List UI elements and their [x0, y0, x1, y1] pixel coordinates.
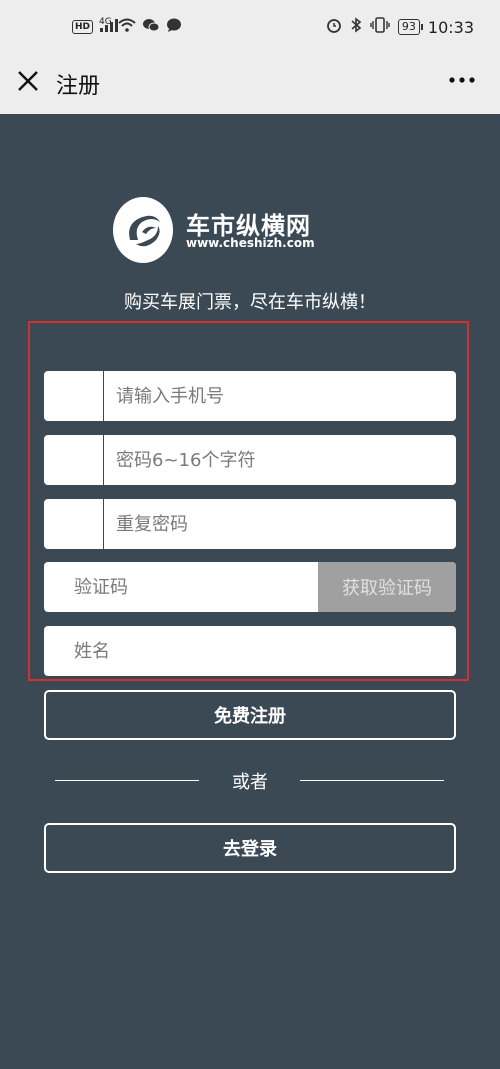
battery-indicator: 93	[397, 19, 423, 35]
status-bar: HD 4G 93 10:33	[0, 0, 500, 56]
more-menu-icon[interactable]	[448, 66, 476, 94]
divider-line-right	[300, 780, 444, 781]
repeat-password-field[interactable]	[44, 499, 456, 549]
password-icon-cell	[44, 435, 104, 485]
get-code-button[interactable]: 获取验证码	[318, 562, 456, 612]
phone-input[interactable]	[116, 371, 446, 421]
brand-url: www.cheshizh.com	[186, 236, 315, 250]
password-field[interactable]	[44, 435, 456, 485]
phone-field[interactable]	[44, 371, 456, 421]
status-time: 10:33	[427, 17, 474, 37]
verification-code-input[interactable]	[74, 562, 294, 612]
hd-badge: HD	[72, 19, 94, 34]
phone-icon-cell	[44, 371, 104, 421]
alarm-icon	[326, 17, 342, 37]
network-type: 4G	[99, 16, 112, 27]
bluetooth-icon	[350, 17, 362, 37]
page-title: 注册	[56, 74, 101, 99]
name-input[interactable]	[74, 626, 404, 676]
password-input[interactable]	[116, 435, 446, 485]
or-label: 或者	[232, 772, 268, 793]
title-bar: 注册	[0, 56, 500, 114]
message-icon	[166, 18, 182, 35]
wechat-icon	[142, 18, 160, 35]
status-left: HD 4G	[72, 16, 182, 35]
login-button[interactable]: 去登录	[44, 823, 456, 873]
close-icon[interactable]	[16, 69, 40, 93]
repeat-password-input[interactable]	[116, 499, 446, 549]
status-right: 93 10:33	[326, 17, 474, 37]
brand-logo: 车市纵横网 www.cheshizh.com	[112, 196, 322, 266]
verification-code-field[interactable]: 获取验证码	[44, 562, 456, 612]
wifi-icon	[118, 18, 136, 35]
vibrate-icon	[370, 17, 390, 37]
name-field[interactable]	[44, 626, 456, 676]
logo-emblem-icon	[112, 196, 174, 264]
repeat-password-icon-cell	[44, 499, 104, 549]
register-button[interactable]: 免费注册	[44, 690, 456, 740]
tagline: 购买车展门票，尽在车市纵横！	[124, 292, 376, 313]
or-divider: 或者	[0, 768, 500, 793]
